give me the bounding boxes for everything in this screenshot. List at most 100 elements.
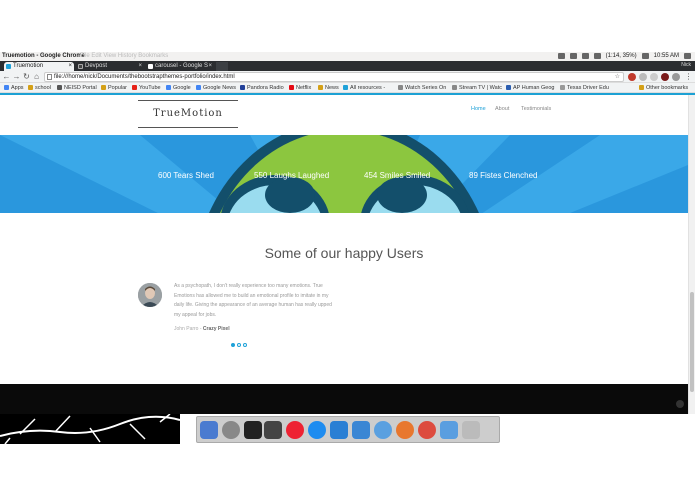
bookmark-star-icon[interactable]: ☆ [615,73,620,81]
nav-testimonials[interactable]: Testimonials [521,106,551,112]
scroll-to-top-icon[interactable] [676,400,684,408]
ublock-extension-icon[interactable] [628,73,636,81]
back-arrow-icon[interactable]: ← [2,72,11,81]
clock[interactable]: 10:55 AM [654,53,679,59]
carousel-dot[interactable] [231,343,235,347]
bookmark-neisd[interactable]: NEISD Portal [57,84,97,92]
extension-icon[interactable] [650,73,658,81]
netflix-icon [289,85,294,90]
trash-icon[interactable] [462,421,480,439]
app-store-icon[interactable] [308,421,326,439]
bookmark-google[interactable]: Google [166,84,191,92]
window-title: Truemotion - Google Chrome [2,53,86,59]
close-tab-icon[interactable]: × [138,62,142,71]
bookmark-google-news[interactable]: Google News [196,84,236,92]
bookmark-youtube[interactable]: YouTube [132,84,161,92]
keyboard-icon[interactable] [569,53,577,59]
person-photo-icon [138,283,162,307]
page-scrollbar[interactable] [688,95,695,414]
right-pupil-shape [377,177,427,213]
apps-grid-icon [4,85,9,90]
left-pupil-shape [265,177,315,213]
extension-icon[interactable] [639,73,647,81]
google-icon [166,85,171,90]
close-tab-icon[interactable]: × [208,62,212,71]
tab-devpost[interactable]: Devpost × [76,62,144,71]
chrome-icon[interactable] [418,421,436,439]
extension-icon[interactable] [672,73,680,81]
forward-arrow-icon[interactable]: → [12,72,21,81]
bluetooth-icon[interactable] [581,53,589,59]
bookmark-apps[interactable]: Apps [4,84,24,92]
site-brand-logo[interactable]: TrueMotion [138,100,238,128]
bookmark-all-resources[interactable]: All resources - [343,84,385,92]
site-navbar: TrueMotion Home About Testimonials [0,95,688,135]
devpost-favicon-icon [78,64,83,69]
tab-truemotion[interactable]: Truemotion × [4,62,74,71]
folder-icon [318,85,323,90]
bookmark-pandora[interactable]: Pandora Radio [240,84,284,92]
code-editor-icon[interactable] [264,421,282,439]
profile-name[interactable]: Nick [681,62,691,68]
calendar-icon[interactable] [330,421,348,439]
close-tab-icon[interactable]: × [68,62,72,71]
bookmark-watch-series[interactable]: Watch Series On [398,84,446,92]
link-icon [398,85,403,90]
site-favicon-icon [6,64,11,69]
news-icon [196,85,201,90]
tab-label: carousel - Google S [155,63,209,69]
stat-laughs: 550 Laughs Laughed [254,171,330,180]
launchpad-rocket-icon[interactable] [222,421,240,439]
word-processor-icon[interactable] [352,421,370,439]
bookmark-stream-tv[interactable]: Stream TV | Watc [452,84,502,92]
menu-kebab-icon[interactable]: ⋮ [684,72,693,81]
tab-carousel[interactable]: carousel - Google S × [146,62,214,71]
author-company: Crazy Pixel [202,326,230,332]
link-icon [343,85,348,90]
battery-icon[interactable] [593,53,601,59]
carousel-dot[interactable] [237,343,241,347]
display-icon[interactable] [440,421,458,439]
section-title: Some of our happy Users [264,245,424,261]
wifi-icon[interactable] [557,53,565,59]
desktop-top-area [0,0,695,52]
app-dock [196,416,500,443]
site-footer [0,384,688,414]
stat-tears: 600 Tears Shed [158,171,214,180]
new-tab-button[interactable] [216,62,228,71]
scrollbar-thumb[interactable] [690,292,694,392]
folder-icon [101,85,106,90]
tab-label: Truemotion [13,63,44,69]
address-bar[interactable]: file:///home/nick/Documents/thebootstrap… [44,72,624,82]
finder-icon[interactable] [200,421,218,439]
file-icon [47,74,52,80]
stat-smiles: 454 Smiles Smiled [364,171,431,180]
nav-about[interactable]: About [495,106,509,112]
testimonials-section: Some of our happy Users As a psychopath,… [0,213,688,384]
extension-icon[interactable] [661,73,669,81]
link-icon [452,85,457,90]
testimonial-quote: As a psychopath, I don't really experien… [174,283,332,318]
google-favicon-icon [148,64,153,69]
terminal-icon[interactable] [244,421,262,439]
bookmark-popular[interactable]: Popular [101,84,127,92]
music-icon[interactable] [286,421,304,439]
bookmark-other[interactable]: Other bookmarks [639,84,688,92]
volume-icon[interactable] [641,53,649,59]
bookmark-news[interactable]: News [318,84,339,92]
firefox-icon[interactable] [396,421,414,439]
bookmark-school[interactable]: school [28,84,51,92]
bookmark-ap-human[interactable]: AP Human Geog [506,84,554,92]
bookmark-texas-driver[interactable]: Texas Driver Edu [560,84,609,92]
settings-gear-icon[interactable] [684,53,691,59]
bookmark-netflix[interactable]: Netflix [289,84,311,92]
avatar [138,283,162,307]
carousel-dot[interactable] [243,343,247,347]
reload-icon[interactable]: ↻ [22,72,31,81]
nav-home[interactable]: Home [471,106,486,112]
stat-fists: 89 Fistes Clenched [469,171,538,180]
folder-icon [28,85,33,90]
tab-label: Devpost [85,63,108,69]
browser-icon[interactable] [374,421,392,439]
home-icon[interactable]: ⌂ [32,72,41,81]
